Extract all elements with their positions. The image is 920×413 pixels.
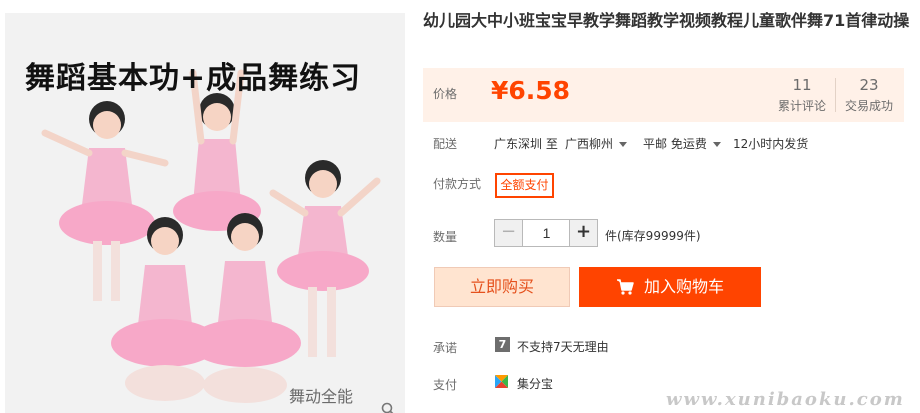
ship-to-select[interactable]: 广西柳州: [565, 135, 628, 152]
reviews-count: 11: [792, 76, 812, 94]
price-value: ¥6.58: [491, 76, 571, 105]
cart-icon: [616, 279, 634, 295]
ship-method-select[interactable]: 平邮 免运费: [643, 135, 721, 152]
metric-divider: [835, 78, 836, 112]
trades-metric: 23 交易成功: [837, 76, 901, 114]
magnifier-icon[interactable]: [381, 402, 395, 413]
price-panel: 价格 ¥6.58 11 累计评论 23 交易成功: [423, 68, 904, 122]
ship-from: 广东深圳 至: [494, 137, 558, 151]
pay-text[interactable]: 集分宝: [517, 375, 553, 392]
quantity-decrease-button[interactable]: −: [495, 220, 523, 246]
quantity-label: 数量: [433, 230, 458, 244]
quantity-increase-button[interactable]: +: [569, 220, 597, 246]
add-to-cart-label: 加入购物车: [643, 277, 724, 296]
image-banner-text: 舞蹈基本功+成品舞练习: [25, 61, 362, 96]
add-to-cart-button[interactable]: 加入购物车: [579, 267, 761, 307]
product-image[interactable]: 舞蹈基本功+成品舞练习 舞动全能: [5, 13, 405, 413]
image-watermark: 舞动全能: [289, 387, 354, 406]
seven-day-icon: 7: [495, 337, 510, 352]
quantity-stepper: − +: [494, 219, 598, 247]
promise-text[interactable]: 不支持7天无理由: [517, 338, 609, 355]
buy-now-button[interactable]: 立即购买: [434, 267, 570, 307]
quantity-input[interactable]: [524, 220, 569, 246]
ship-to-text: 广西柳州: [565, 137, 614, 151]
ship-method-text: 平邮 免运费: [643, 137, 707, 151]
product-title: 幼儿园大中小班宝宝早教学舞蹈教学视频教程儿童歌伴舞71首律动操: [423, 11, 910, 30]
price-label: 价格: [433, 87, 458, 101]
promise-label: 承诺: [433, 341, 458, 355]
chevron-down-icon: [619, 142, 628, 147]
pay-label: 支付: [433, 378, 458, 392]
shipping-label: 配送: [433, 137, 458, 151]
payment-method-label: 付款方式: [433, 177, 482, 191]
jifenbao-icon: [495, 375, 508, 388]
site-watermark: www.xunibaoku.com: [666, 389, 905, 410]
reviews-metric[interactable]: 11 累计评论: [770, 76, 834, 114]
chevron-down-icon: [712, 142, 721, 147]
stock-text: 件(库存99999件): [605, 229, 701, 243]
trades-label: 交易成功: [844, 99, 893, 113]
reviews-label: 累计评论: [777, 99, 826, 113]
full-payment-option[interactable]: 全额支付: [495, 173, 554, 198]
dispatch-time: 12小时内发货: [733, 137, 809, 151]
trades-count: 23: [859, 76, 879, 94]
